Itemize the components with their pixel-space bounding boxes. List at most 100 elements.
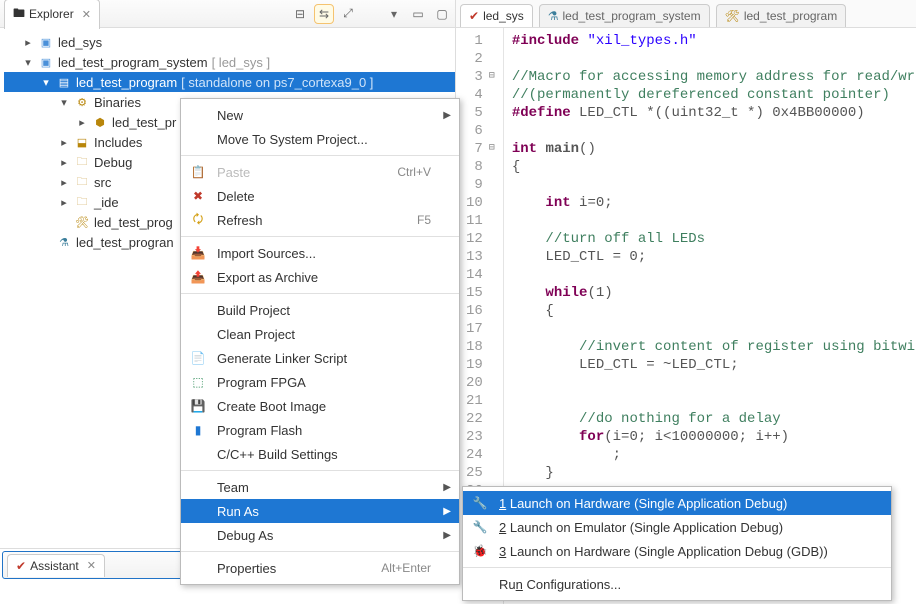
app-icon: ▤ xyxy=(56,74,72,90)
wrench-icon: 🛠 xyxy=(74,214,90,230)
expand-icon[interactable]: ▸ xyxy=(58,176,70,189)
menu-item[interactable]: 📥Import Sources... xyxy=(181,241,459,265)
menu-item[interactable]: ⬚Program FPGA xyxy=(181,370,459,394)
tree-label: led_test_progran xyxy=(76,235,174,250)
menu-item[interactable]: 🔧 2 Launch on Emulator (Single Applicatio… xyxy=(463,515,891,539)
system-icon: ▣ xyxy=(38,34,54,50)
collapse-icon[interactable]: ▾ xyxy=(58,96,70,109)
menu-item-icon xyxy=(189,478,207,496)
menu-item-label: Clean Project xyxy=(217,327,431,342)
focus-icon[interactable]: ⤢ xyxy=(339,5,357,23)
menu-item[interactable]: ▮ Program Flash xyxy=(181,418,459,442)
menu-item-icon xyxy=(189,106,207,124)
link-editor-icon[interactable]: ⇆ xyxy=(315,5,333,23)
tree-node-program-selected[interactable]: ▾ ▤ led_test_program [ standalone on ps7… xyxy=(4,72,455,92)
expand-icon[interactable]: ▸ xyxy=(58,136,70,149)
menu-item-icon: 🐞 xyxy=(471,542,489,560)
tree-label: led_test_pr xyxy=(112,115,176,130)
menu-item[interactable]: Run Configurations... xyxy=(463,572,891,596)
expand-icon[interactable]: ▸ xyxy=(22,36,34,49)
expand-icon[interactable]: ▸ xyxy=(58,156,70,169)
menu-item[interactable]: Debug As▶ xyxy=(181,523,459,547)
editor-tab-bar: ✔led_sys ⚗led_test_program_system 🛠led_tes… xyxy=(456,0,916,28)
menu-separator xyxy=(181,236,459,237)
menu-item-label: Refresh xyxy=(217,213,407,228)
menu-item-icon xyxy=(189,445,207,463)
assistant-tab[interactable]: ✔ Assistant ✕ xyxy=(7,554,105,577)
project-icon: 🖿 xyxy=(13,4,25,25)
menu-item-icon: 📥 xyxy=(189,244,207,262)
menu-item[interactable]: 📤Export as Archive xyxy=(181,265,459,289)
menu-item-label: Paste xyxy=(217,165,387,180)
menu-item-label: Run Configurations... xyxy=(499,577,863,592)
folder-icon: 🗀 xyxy=(74,194,90,210)
menu-item-label: Export as Archive xyxy=(217,270,431,285)
menu-item[interactable]: Move To System Project... xyxy=(181,127,459,151)
view-menu-icon[interactable]: ▾ xyxy=(385,5,403,23)
expand-icon[interactable]: ▸ xyxy=(76,116,88,129)
collapse-icon[interactable]: ▾ xyxy=(22,56,34,69)
submenu-arrow-icon: ▶ xyxy=(443,530,451,541)
file-icon: 🛠 xyxy=(725,9,740,23)
tree-label: _ide xyxy=(94,195,119,210)
tree-label: led_test_prog xyxy=(94,215,173,230)
menu-item-icon xyxy=(189,526,207,544)
menu-item[interactable]: C/C++ Build Settings xyxy=(181,442,459,466)
menu-item[interactable]: Build Project xyxy=(181,298,459,322)
menu-item-label: C/C++ Build Settings xyxy=(217,447,431,462)
menu-item-label: Run As xyxy=(217,504,431,519)
menu-item-label: Program Flash xyxy=(217,423,431,438)
expand-icon[interactable]: ▸ xyxy=(58,196,70,209)
submenu-arrow-icon: ▶ xyxy=(443,506,451,517)
menu-shortcut: Ctrl+V xyxy=(397,165,431,179)
menu-item[interactable]: ✖Delete xyxy=(181,184,459,208)
menu-item[interactable]: New▶ xyxy=(181,103,459,127)
tree-label: led_sys xyxy=(58,35,102,50)
menu-item[interactable]: Run As ▶ xyxy=(181,499,459,523)
menu-item[interactable]: 📄Generate Linker Script xyxy=(181,346,459,370)
explorer-tab-label: Explorer xyxy=(29,7,74,21)
menu-item[interactable]: Clean Project xyxy=(181,322,459,346)
tree-node-led-sys[interactable]: ▸ ▣ led_sys xyxy=(4,32,455,52)
file-icon: ✔ xyxy=(469,9,479,23)
binaries-icon: ⚙ xyxy=(74,94,90,110)
menu-separator xyxy=(181,551,459,552)
editor-tab[interactable]: 🛠led_test_program xyxy=(716,4,847,27)
menu-item-label: 2 Launch on Emulator (Single Application… xyxy=(499,520,863,535)
context-menu[interactable]: New▶Move To System Project...📋PasteCtrl+… xyxy=(180,98,460,585)
menu-item-icon xyxy=(189,502,207,520)
menu-item[interactable]: 🗘RefreshF5 xyxy=(181,208,459,232)
menu-item-icon: ▮ xyxy=(189,421,207,439)
menu-item-label: Create Boot Image xyxy=(217,399,431,414)
run-as-submenu[interactable]: 🔧1 Launch on Hardware (Single Applicatio… xyxy=(462,486,892,601)
menu-item-label: Build Project xyxy=(217,303,431,318)
menu-item[interactable]: Properties Alt+Enter xyxy=(181,556,459,580)
menu-item[interactable]: 🐞 3 Launch on Hardware (Single Applicatio… xyxy=(463,539,891,563)
close-icon[interactable]: ✕ xyxy=(82,8,91,21)
menu-item-label: 3 Launch on Hardware (Single Application… xyxy=(499,544,863,559)
menu-item-label: Generate Linker Script xyxy=(217,351,431,366)
collapse-all-icon[interactable]: ⊟ xyxy=(291,5,309,23)
collapse-icon[interactable]: ▾ xyxy=(40,76,52,89)
tree-label: led_test_program xyxy=(76,75,177,90)
menu-item-label: New xyxy=(217,108,431,123)
menu-separator xyxy=(463,567,891,568)
close-icon[interactable]: ✕ xyxy=(87,559,96,572)
menu-item[interactable]: 💾Create Boot Image xyxy=(181,394,459,418)
system-icon: ▣ xyxy=(38,54,54,70)
maximize-icon[interactable]: ▢ xyxy=(433,5,451,23)
menu-item[interactable]: Team▶ xyxy=(181,475,459,499)
tree-node-system[interactable]: ▾ ▣ led_test_program_system [ led_sys ] xyxy=(4,52,455,72)
menu-item-icon: 🔧 xyxy=(471,518,489,536)
menu-shortcut: Alt+Enter xyxy=(381,561,431,575)
menu-item[interactable]: 🔧1 Launch on Hardware (Single Applicatio… xyxy=(463,491,891,515)
editor-tab[interactable]: ⚗led_test_program_system xyxy=(539,4,710,27)
explorer-tab[interactable]: 🖿 Explorer ✕ xyxy=(4,0,100,29)
menu-separator xyxy=(181,293,459,294)
minimize-icon[interactable]: ▭ xyxy=(409,5,427,23)
folder-icon: 🗀 xyxy=(74,174,90,190)
editor-tab[interactable]: ✔led_sys xyxy=(460,4,533,27)
menu-separator xyxy=(181,470,459,471)
menu-item-label: Properties xyxy=(217,561,371,576)
tree-suffix: [ standalone on ps7_cortexa9_0 ] xyxy=(181,75,373,90)
